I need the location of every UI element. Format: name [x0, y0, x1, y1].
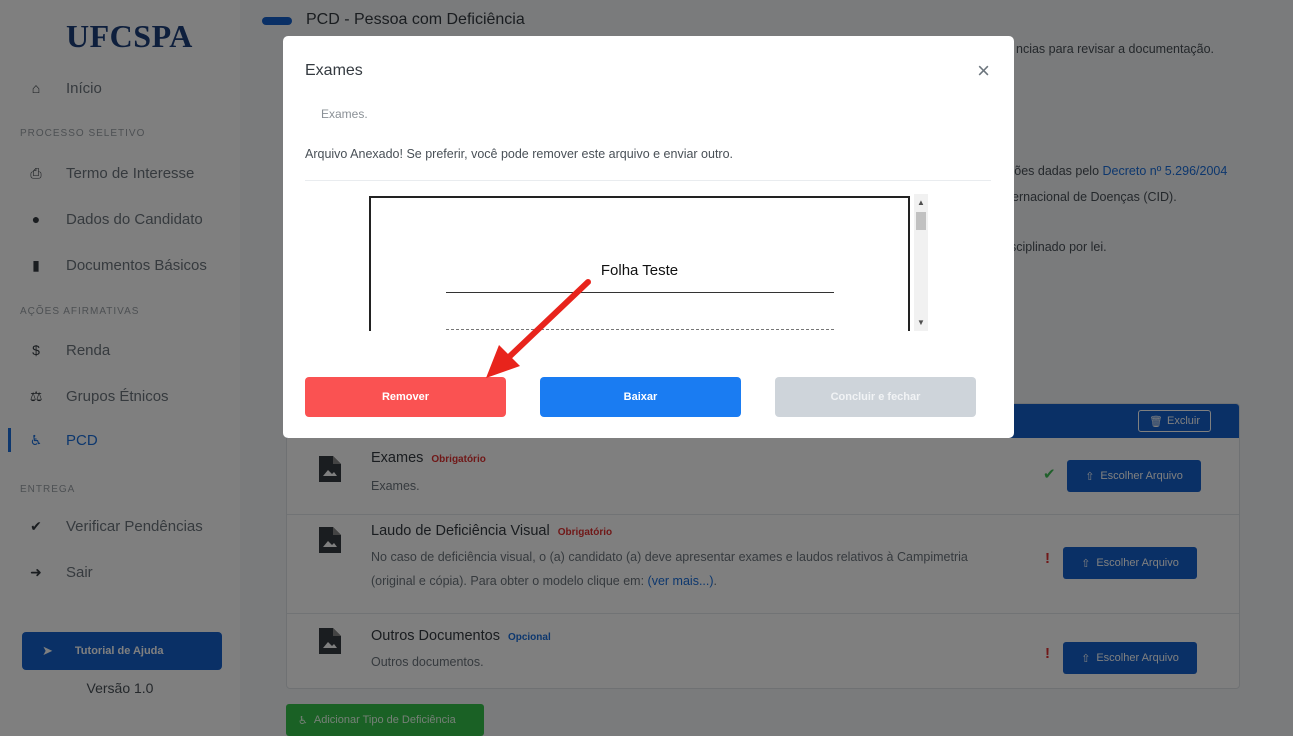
document-preview[interactable]: Folha Teste ▲ ▼ [369, 194, 929, 331]
modal-title: Exames [305, 62, 363, 79]
preview-text-line [446, 329, 834, 331]
file-modal: Exames × Exames. Arquivo Anexado! Se pre… [283, 36, 1014, 438]
attachment-message: Arquivo Anexado! Se preferir, você pode … [305, 147, 734, 161]
scroll-thumb[interactable] [916, 212, 926, 230]
close-icon[interactable]: × [977, 58, 990, 84]
preview-page: Folha Teste [369, 196, 910, 331]
modal-subtitle: Exames. [321, 107, 368, 121]
preview-scrollbar[interactable]: ▲ ▼ [914, 194, 928, 331]
preview-rule [446, 292, 834, 293]
download-button[interactable]: Baixar [540, 377, 741, 417]
remove-button[interactable]: Remover [305, 377, 506, 417]
scroll-down-icon[interactable]: ▼ [914, 316, 928, 330]
scroll-up-icon[interactable]: ▲ [914, 196, 928, 210]
finish-button[interactable]: Concluir e fechar [775, 377, 976, 417]
divider [305, 180, 991, 181]
preview-title: Folha Teste [600, 262, 679, 279]
